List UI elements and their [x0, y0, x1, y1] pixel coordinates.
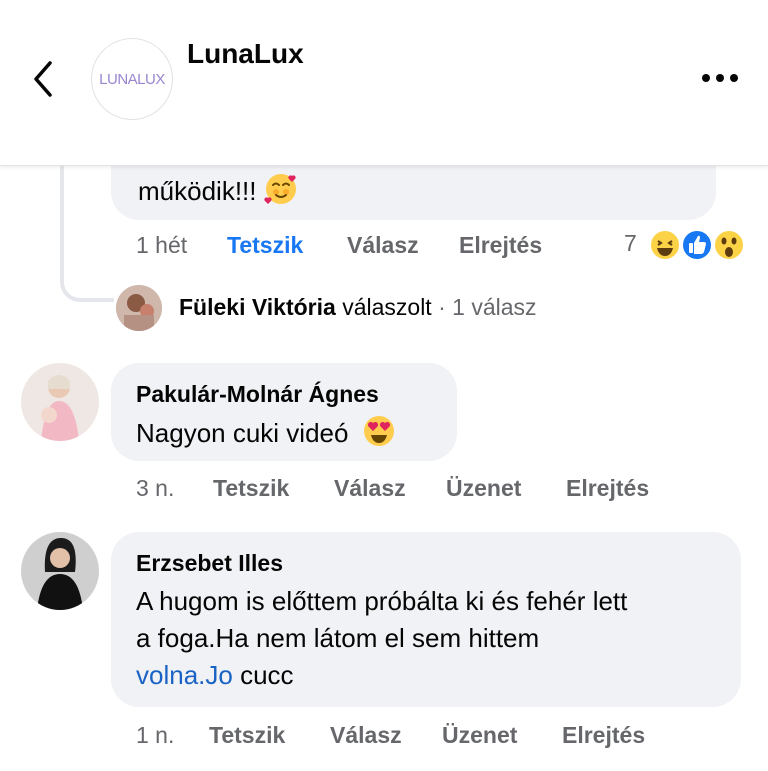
hide-button[interactable]: Elrejtés [562, 722, 645, 749]
message-button[interactable]: Üzenet [446, 475, 521, 502]
back-button[interactable] [22, 55, 66, 103]
page-avatar[interactable]: LUNALUX [91, 38, 173, 120]
comment-timestamp: 3 n. [136, 475, 175, 501]
reaction-count: 7 [624, 230, 637, 256]
hide-button[interactable]: Elrejtés [459, 232, 542, 259]
more-horizontal-icon [702, 74, 738, 82]
comment-timestamp: 1 n. [136, 722, 175, 748]
comment-actions: 1 hét Tetszik Válasz Elrejtés [136, 232, 616, 262]
comment-actions: 3 n. Tetszik Válasz Üzenet Elrejtés [136, 475, 666, 505]
page-header: LUNALUX LunaLux [0, 0, 768, 166]
wow-reaction-icon [713, 229, 745, 261]
separator-dot: · [438, 294, 446, 320]
person-photo-icon [21, 532, 99, 610]
heart-eyes-icon [363, 416, 394, 446]
comment-text: működik!!! [138, 176, 257, 206]
reply-summary[interactable]: Füleki Viktória válaszolt · 1 válasz [179, 294, 537, 321]
logo-text: LUNALUX [99, 70, 165, 88]
like-button[interactable]: Tetszik [213, 475, 289, 502]
person-photo-icon [116, 285, 162, 331]
comment-author[interactable]: Pakulár-Molnár Ágnes [136, 381, 379, 408]
person-photo-icon [21, 363, 99, 441]
haha-reaction-icon [649, 229, 681, 261]
comment-text-tail: cucc [232, 660, 294, 690]
smiling-face-with-hearts-icon [264, 174, 296, 204]
like-reaction-icon [681, 229, 713, 261]
like-button[interactable]: Tetszik [209, 722, 285, 749]
comment-actions: 1 n. Tetszik Válasz Üzenet Elrejtés [136, 722, 666, 752]
commenter-avatar[interactable] [21, 363, 99, 441]
reply-button[interactable]: Válasz [347, 232, 419, 259]
reply-button[interactable]: Válasz [330, 722, 402, 749]
comment-text: A hugom is előttem próbálta ki és fehér … [136, 583, 627, 694]
commenter-avatar[interactable] [21, 532, 99, 610]
comment-text-line: A hugom is előttem próbálta ki és fehér … [136, 586, 628, 616]
reply-button[interactable]: Válasz [334, 475, 406, 502]
comment-author[interactable]: Erzsebet Illes [136, 550, 283, 577]
reply-author-name: Füleki Viktória [179, 294, 336, 320]
chevron-left-icon [34, 61, 52, 97]
comment-link[interactable]: volna.Jo [136, 660, 233, 690]
reply-count: 1 válasz [452, 294, 537, 320]
more-options-button[interactable] [696, 64, 744, 92]
comment-timestamp: 1 hét [136, 232, 188, 258]
reply-author-avatar[interactable] [116, 285, 162, 331]
like-button[interactable]: Tetszik [227, 232, 303, 259]
hide-button[interactable]: Elrejtés [566, 475, 649, 502]
comment-text: Nagyon cuki videó [136, 418, 349, 448]
message-button[interactable]: Üzenet [442, 722, 517, 749]
page-title[interactable]: LunaLux [187, 38, 304, 70]
comment-bubble[interactable]: Erzsebet Illes A hugom is előttem próbál… [111, 532, 741, 707]
comment-bubble[interactable]: Pakulár-Molnár Ágnes Nagyon cuki videó [111, 363, 457, 461]
comment-text-line: a foga.Ha nem látom el sem hittem [136, 623, 540, 653]
reply-verb: válaszolt [342, 294, 432, 320]
thread-connector-line [60, 165, 114, 302]
